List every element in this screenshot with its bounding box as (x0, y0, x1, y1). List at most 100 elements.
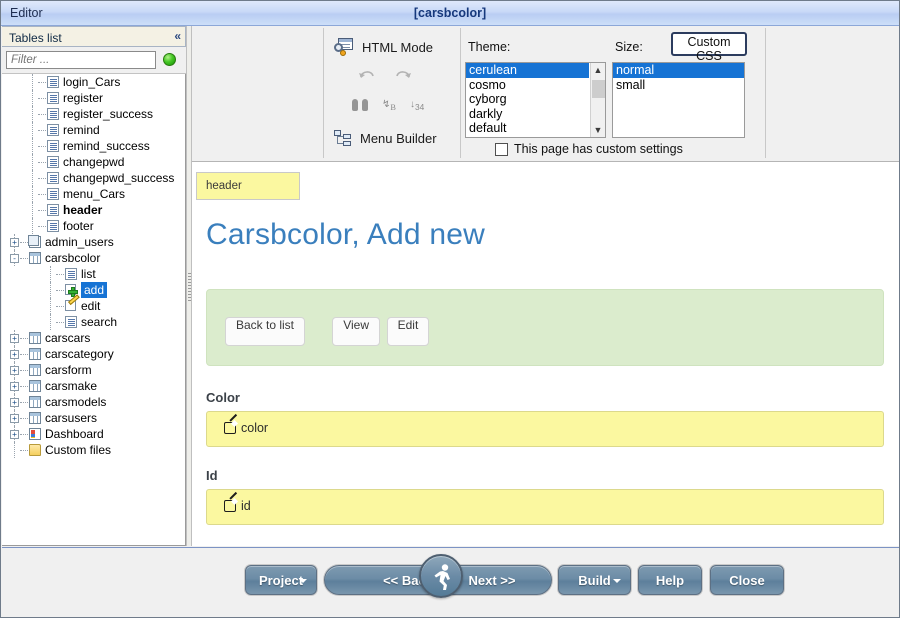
custom-settings-checkbox[interactable] (495, 143, 508, 156)
theme-option[interactable]: cyborg (466, 92, 589, 107)
menu-builder-button[interactable]: Menu Builder (334, 130, 437, 146)
tree-item-label: register_success (63, 106, 153, 122)
custom-css-button[interactable]: Custom CSS (671, 32, 747, 56)
tree-item-label: Custom files (45, 442, 111, 458)
tree-item-admin-users[interactable]: +admin_users (2, 234, 185, 250)
tree-item-changepwd[interactable]: changepwd (2, 154, 185, 170)
tree-expand-icon[interactable]: + (10, 398, 19, 407)
tree-item-remind[interactable]: remind (2, 122, 185, 138)
toolbar-tools-row: ↯B ↓34 (352, 98, 424, 112)
tree-item-add[interactable]: add (2, 282, 185, 298)
page-icon (47, 140, 59, 152)
tables-tree[interactable]: login_Carsregisterregister_successremind… (2, 74, 186, 546)
tables-list-header: Tables list « (2, 26, 186, 47)
dashboard-icon (29, 428, 41, 440)
field-label-color: Color (206, 390, 240, 405)
page-icon (47, 188, 59, 200)
chevron-down-icon (299, 579, 307, 583)
tree-item-carsusers[interactable]: +carsusers (2, 410, 185, 426)
header-block-tag[interactable]: header (196, 172, 300, 200)
redo-arrow-icon[interactable] (394, 68, 412, 82)
theme-listbox[interactable]: ceruleancosmocyborgdarklydefault ▲ ▼ (465, 62, 606, 138)
page-icon (47, 76, 59, 88)
tree-item-carsform[interactable]: +carsform (2, 362, 185, 378)
tree-expand-icon[interactable]: + (10, 366, 19, 375)
tree-item-list[interactable]: list (2, 266, 185, 282)
tree-item-label: remind_success (63, 138, 150, 154)
tree-collapse-icon[interactable]: - (10, 254, 19, 263)
tree-item-carsmodels[interactable]: +carsmodels (2, 394, 185, 410)
theme-option[interactable]: cerulean (466, 63, 589, 78)
binoculars-icon[interactable] (352, 98, 368, 112)
tree-item-label: carsmake (45, 378, 97, 394)
tree-item-carscars[interactable]: + carscars (2, 330, 185, 346)
tree-expand-icon[interactable]: + (10, 350, 19, 359)
tree-item-menu-cars[interactable]: menu_Cars (2, 186, 185, 202)
tree-item-label: edit (81, 298, 100, 314)
tree-item-dashboard[interactable]: +Dashboard (2, 426, 185, 442)
scrollbar-thumb[interactable] (592, 80, 605, 98)
page-title: Carsbcolor, Add new (206, 218, 485, 252)
tree-expand-icon[interactable]: + (10, 238, 19, 247)
theme-option[interactable]: default (466, 121, 589, 136)
table-icon (29, 364, 41, 376)
close-button[interactable]: Close (710, 565, 784, 595)
sort-number-icon[interactable]: ↓34 (410, 99, 424, 112)
menu-tree-icon (334, 130, 352, 146)
custom-settings-row[interactable]: This page has custom settings (495, 142, 683, 156)
build-button[interactable]: Build (558, 565, 631, 595)
tree-item-footer[interactable]: footer (2, 218, 185, 234)
html-mode-button[interactable]: HTML Mode (334, 35, 433, 59)
field-label-id: Id (206, 468, 218, 483)
tree-item-changepwd-success[interactable]: changepwd_success (2, 170, 185, 186)
tree-connector (20, 242, 28, 244)
tree-item-custom-files[interactable]: Custom files (2, 442, 185, 458)
tree-connector (50, 314, 52, 330)
html-mode-icon (334, 38, 354, 56)
theme-option[interactable]: darkly (466, 107, 589, 122)
tree-expand-icon[interactable]: + (10, 382, 19, 391)
double-chevron-left-icon[interactable]: « (174, 29, 179, 43)
field-input-id[interactable]: id (206, 489, 884, 525)
tree-connector (56, 290, 64, 292)
tree-connector (38, 226, 46, 228)
tree-item-register-success[interactable]: register_success (2, 106, 185, 122)
tree-item-label: carscars (45, 330, 90, 346)
scroll-down-icon[interactable]: ▼ (591, 123, 605, 137)
size-label: Size: (615, 40, 643, 54)
filter-input[interactable] (6, 51, 156, 69)
document-title-label: [carsbcolor] (1, 6, 899, 20)
tree-item-header[interactable]: header (2, 202, 185, 218)
menu-builder-label: Menu Builder (360, 131, 437, 146)
page-icon (65, 268, 77, 280)
help-button[interactable]: Help (638, 565, 702, 595)
run-build-button[interactable] (419, 554, 463, 598)
tree-expand-icon[interactable]: + (10, 334, 19, 343)
tree-item-carsmake[interactable]: + carsmake (2, 378, 185, 394)
theme-listbox-scrollbar[interactable]: ▲ ▼ (590, 63, 605, 137)
theme-option[interactable]: cosmo (466, 78, 589, 93)
undo-arrow-icon[interactable] (358, 68, 376, 82)
tree-item-carsbcolor[interactable]: -carsbcolor (2, 250, 185, 266)
tree-item-label: register (63, 90, 103, 106)
tree-item-carscategory[interactable]: +carscategory (2, 346, 185, 362)
html-mode-label: HTML Mode (362, 40, 433, 55)
tree-item-login-cars[interactable]: login_Cars (2, 74, 185, 90)
tree-item-remind-success[interactable]: remind_success (2, 138, 185, 154)
tree-expand-icon[interactable]: + (10, 414, 19, 423)
page-icon (47, 156, 59, 168)
preview-edit-button[interactable]: Edit (387, 317, 430, 346)
sort-alpha-icon[interactable]: ↯B (382, 99, 396, 112)
size-listbox[interactable]: normalsmall (612, 62, 745, 138)
field-input-color[interactable]: color (206, 411, 884, 447)
tree-item-search[interactable]: search (2, 314, 185, 330)
tree-item-register[interactable]: register (2, 90, 185, 106)
scroll-up-icon[interactable]: ▲ (591, 63, 605, 77)
preview-back-to-list-button[interactable]: Back to list (225, 317, 305, 346)
project-button[interactable]: Project (245, 565, 317, 595)
size-option[interactable]: small (613, 78, 744, 93)
preview-view-button[interactable]: View (332, 317, 380, 346)
tree-expand-icon[interactable]: + (10, 430, 19, 439)
tree-item-edit[interactable]: edit (2, 298, 185, 314)
size-option[interactable]: normal (613, 63, 744, 78)
